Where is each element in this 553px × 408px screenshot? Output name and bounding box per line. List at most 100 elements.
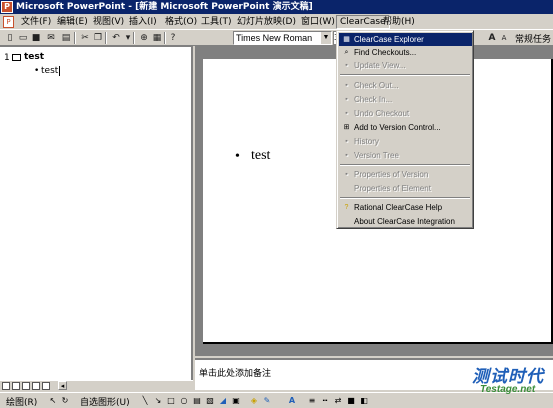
toolbar-separator — [105, 32, 107, 44]
chevron-down-icon[interactable]: ▼ — [321, 32, 331, 44]
save-icon[interactable]: ■ — [30, 32, 42, 44]
font-shrink-icon[interactable]: A — [498, 32, 510, 44]
outline-bullet-text[interactable]: test — [41, 66, 61, 76]
menu-insert[interactable]: 插入(I) — [126, 15, 160, 29]
slide-bullet: • — [235, 149, 240, 164]
menu-item-about-clearcase[interactable]: About ClearCase Integration — [339, 215, 472, 228]
new-icon[interactable]: ▯ — [4, 32, 16, 44]
menu-item-add-to-version-control[interactable]: ⊞ Add to Version Control... — [339, 121, 472, 134]
table-icon[interactable]: ▦ — [151, 32, 163, 44]
menu-help[interactable]: 帮助(H) — [380, 15, 418, 29]
powerpoint-app-icon[interactable]: P — [1, 1, 13, 13]
open-icon[interactable]: ▭ — [17, 32, 29, 44]
outline-view-icon[interactable] — [12, 382, 20, 390]
arrow-icon[interactable]: ↘ — [153, 396, 163, 406]
font-color-icon[interactable]: A — [287, 396, 297, 406]
watermark-english: Testage.net — [480, 384, 536, 395]
testage-watermark-logo: 测试时代 Testage.net — [462, 360, 548, 400]
undo-icon[interactable]: ↶ — [110, 32, 122, 44]
slide-body-text[interactable]: test — [251, 148, 270, 164]
menu-separator — [340, 197, 470, 199]
menu-item-undo-checkout[interactable]: ▪ Undo Checkout — [339, 107, 472, 120]
toolbar-separator — [133, 32, 135, 44]
clearcase-dropdown-menu: ▦ ClearCase Explorer ⌕ Find Checkouts...… — [336, 30, 474, 229]
menu-separator — [340, 164, 470, 166]
menu-view[interactable]: 视图(V) — [90, 15, 127, 29]
cut-icon[interactable]: ✂ — [79, 32, 91, 44]
oval-icon[interactable]: ○ — [179, 396, 189, 406]
slide-icon — [12, 54, 21, 61]
font-name-value: Times New Roman — [236, 33, 313, 43]
font-grow-icon[interactable]: A — [486, 32, 498, 44]
slide-sorter-view-icon[interactable] — [32, 382, 40, 390]
slide-view-icon[interactable] — [22, 382, 30, 390]
view-buttons-bar: ◂ — [0, 380, 193, 390]
menu-item-history[interactable]: ▪ History — [339, 135, 472, 148]
update-icon: ▪ — [345, 62, 348, 69]
tasks-pane-button[interactable]: 常规任务 — [515, 32, 551, 45]
hyperlink-icon[interactable]: ⊕ — [138, 32, 150, 44]
outline-slide-number: 1 — [4, 53, 10, 63]
menu-window[interactable]: 窗口(W) — [298, 15, 338, 29]
menu-format[interactable]: 格式(O) — [162, 15, 200, 29]
arrow-style-icon[interactable]: ⇄ — [333, 396, 343, 406]
menu-bar: P 文件(F) 编辑(E) 视图(V) 插入(I) 格式(O) 工具(T) 幻灯… — [0, 14, 553, 30]
add-icon: ⊞ — [343, 124, 350, 131]
shadow-icon[interactable]: ■ — [346, 396, 356, 406]
menu-edit[interactable]: 编辑(E) — [54, 15, 91, 29]
undo-icon: ▪ — [345, 110, 348, 117]
find-icon: ⌕ — [344, 49, 349, 56]
history-icon: ▪ — [345, 138, 348, 145]
menu-item-update-view[interactable]: ▪ Update View... — [339, 59, 472, 72]
select-pointer-icon[interactable]: ↖ — [48, 396, 58, 406]
menu-separator — [340, 74, 470, 76]
slideshow-view-icon[interactable] — [42, 382, 50, 390]
copy-icon[interactable]: ❐ — [92, 32, 104, 44]
notes-placeholder[interactable]: 单击此处添加备注 — [199, 366, 271, 379]
wordart-icon[interactable]: ▧ — [205, 396, 215, 406]
help-icon[interactable]: ? — [167, 32, 179, 44]
outline-pane[interactable]: 1 test • test — [0, 46, 193, 380]
line-icon[interactable]: ╲ — [140, 396, 150, 406]
menu-item-check-out[interactable]: ▪ Check Out... — [339, 79, 472, 92]
rectangle-icon[interactable]: □ — [166, 396, 176, 406]
autoshapes-menu-button[interactable]: 自选图形(U) — [80, 395, 130, 408]
menu-item-version-tree[interactable]: ▪ Version Tree — [339, 149, 472, 162]
menu-item-check-in[interactable]: ▪ Check In... — [339, 93, 472, 106]
rotate-icon[interactable]: ↻ — [60, 396, 70, 406]
menu-item-properties-of-version[interactable]: ▪ Properties of Version — [339, 168, 472, 181]
dash-style-icon[interactable]: ┅ — [320, 396, 330, 406]
line-color-icon[interactable]: ✎ — [262, 396, 272, 406]
email-icon[interactable]: ✉ — [45, 32, 57, 44]
tree-icon: ▪ — [345, 152, 348, 159]
outline-bullet: • — [34, 66, 40, 76]
draw-menu-button[interactable]: 绘图(R) — [6, 395, 37, 408]
menu-item-find-checkouts[interactable]: ⌕ Find Checkouts... — [339, 46, 472, 59]
explorer-icon: ▦ — [343, 36, 350, 43]
normal-view-icon[interactable] — [2, 382, 10, 390]
toolbar-separator — [164, 32, 166, 44]
clipart-icon[interactable]: ▣ — [231, 396, 241, 406]
fill-color-icon[interactable]: ◈ — [249, 396, 259, 406]
help-icon: ? — [344, 204, 349, 211]
scroll-left-icon[interactable]: ◂ — [58, 381, 67, 390]
textbox-icon[interactable]: ▤ — [192, 396, 202, 406]
diagram-icon[interactable]: ◢ — [218, 396, 228, 406]
font-name-select[interactable]: Times New Roman ▼ — [233, 31, 332, 45]
menu-item-clearcase-explorer[interactable]: ▦ ClearCase Explorer — [339, 33, 472, 46]
properties-icon: ▪ — [345, 171, 348, 178]
menu-file[interactable]: 文件(F) — [18, 15, 54, 29]
document-icon[interactable]: P — [3, 16, 14, 28]
menu-item-clearcase-help[interactable]: ? Rational ClearCase Help — [339, 201, 472, 214]
line-style-icon[interactable]: ≡ — [307, 396, 317, 406]
3d-icon[interactable]: ◧ — [359, 396, 369, 406]
menu-tools[interactable]: 工具(T) — [198, 15, 235, 29]
outline-slide-title[interactable]: test — [24, 52, 44, 62]
checkout-icon: ▪ — [345, 82, 348, 89]
window-title: Microsoft PowerPoint - [新建 Microsoft Pow… — [16, 2, 313, 12]
menu-slideshow[interactable]: 幻灯片放映(D) — [234, 15, 299, 29]
checkin-icon: ▪ — [345, 96, 348, 103]
menu-item-properties-of-element[interactable]: Properties of Element — [339, 182, 472, 195]
print-icon[interactable]: ▤ — [60, 32, 72, 44]
toolbar-separator — [74, 32, 76, 44]
